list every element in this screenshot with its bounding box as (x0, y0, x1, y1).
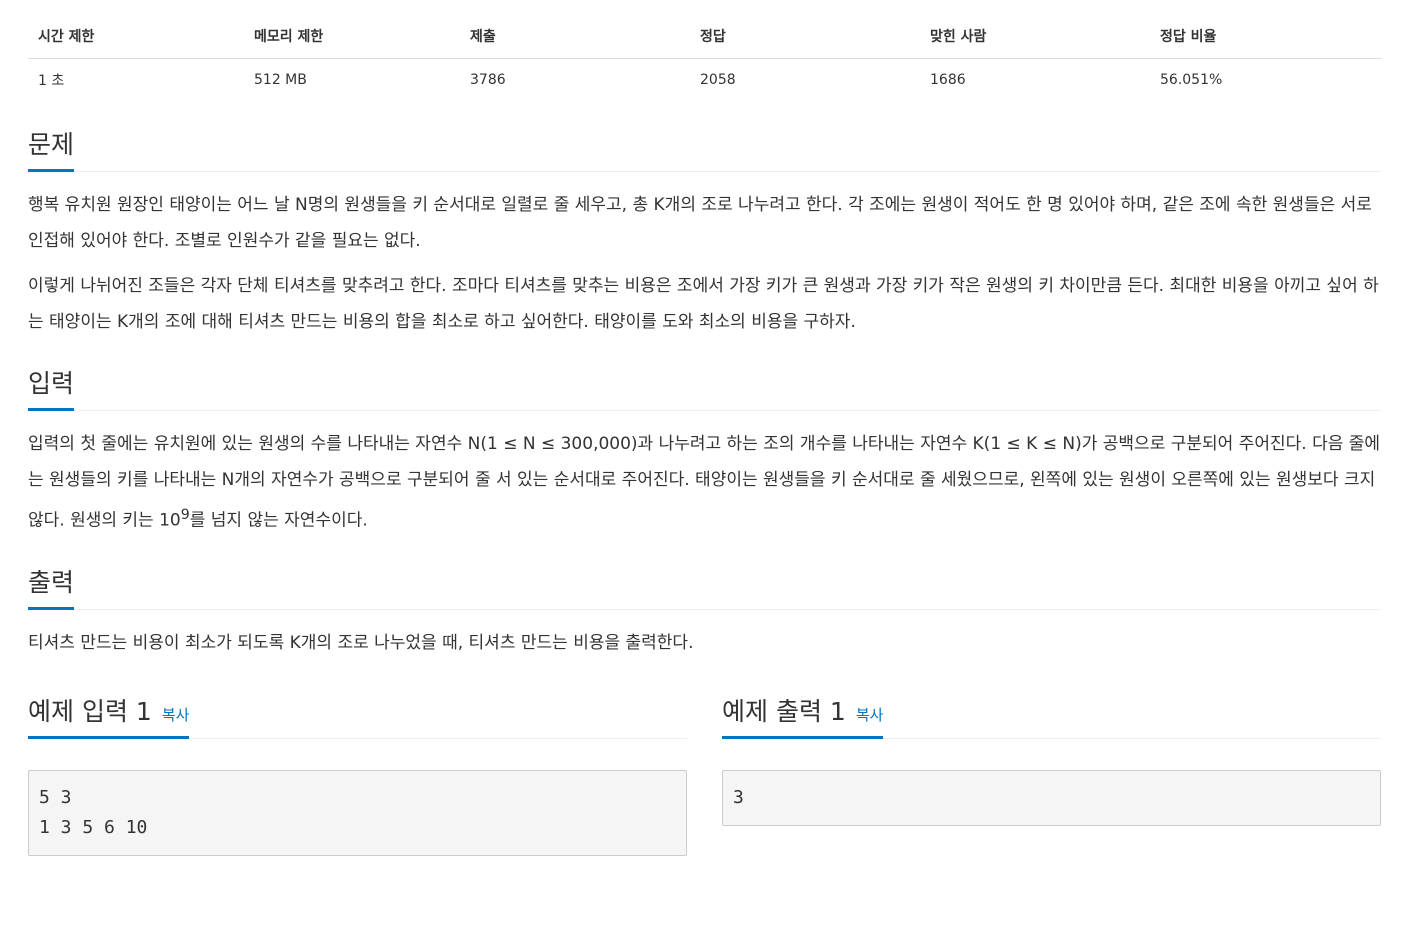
sample-output-title-wrap: 예제 출력 1 복사 (722, 692, 884, 739)
problem-paragraph: 행복 유치원 원장인 태양이는 어느 날 N명의 원생들을 키 순서대로 일렬로… (28, 195, 1372, 251)
value-time-limit: 1 초 (38, 73, 65, 89)
problem-section: 문제 행복 유치원 원장인 태양이는 어느 날 N명의 원생들을 키 순서대로 … (28, 113, 1381, 340)
problem-info-table: 시간 제한 메모리 제한 제출 정답 맞힌 사람 정답 비율 1 초 512 M… (28, 14, 1381, 101)
sample-output-title: 예제 출력 1 (722, 696, 846, 726)
value-submissions: 3786 (470, 72, 506, 88)
sample-input-title-wrap: 예제 입력 1 복사 (28, 692, 190, 739)
output-section-title: 출력 (28, 563, 75, 611)
samples-row: 예제 입력 1 복사 5 3 1 3 5 6 10 예제 출력 1 복사 3 (28, 670, 1381, 856)
problem-paragraph: 이렇게 나뉘어진 조들은 각자 단체 티셔츠를 맞추려고 한다. 조마다 티셔츠… (28, 276, 1379, 332)
sample-output-content: 3 (722, 769, 1381, 826)
input-text-part: 를 넘지 않는 자연수이다. (189, 510, 368, 531)
sample-input-block: 예제 입력 1 복사 5 3 1 3 5 6 10 (28, 670, 687, 856)
copy-sample-output-button[interactable]: 복사 (856, 706, 884, 724)
value-accept-ratio: 56.051% (1160, 72, 1223, 88)
sample-input-title: 예제 입력 1 (28, 696, 152, 726)
header-accepted: 정답 (690, 14, 920, 59)
copy-sample-input-button[interactable]: 복사 (162, 706, 190, 724)
info-value-row: 1 초 512 MB 3786 2058 1686 56.051% (28, 59, 1381, 102)
header-accept-ratio: 정답 비율 (1150, 14, 1381, 59)
input-section-header: 입력 (28, 352, 1381, 411)
header-time-limit: 시간 제한 (28, 14, 244, 59)
input-exponent: 9 (180, 507, 190, 523)
info-header-row: 시간 제한 메모리 제한 제출 정답 맞힌 사람 정답 비율 (28, 14, 1381, 59)
output-description: 티셔츠 만드는 비용이 최소가 되도록 K개의 조로 나누었을 때, 티셔츠 만… (28, 633, 694, 654)
input-section: 입력 입력의 첫 줄에는 유치원에 있는 원생의 수를 나타내는 자연수 N(1… (28, 352, 1381, 539)
input-section-title: 입력 (28, 364, 75, 411)
header-solved-users: 맞힌 사람 (920, 14, 1150, 59)
header-submissions: 제출 (460, 14, 690, 59)
header-memory-limit: 메모리 제한 (244, 14, 460, 59)
output-section: 출력 티셔츠 만드는 비용이 최소가 되도록 K개의 조로 나누었을 때, 티셔… (28, 551, 1381, 662)
problem-section-title: 문제 (28, 125, 75, 172)
value-memory-limit: 512 MB (254, 72, 307, 88)
value-accepted: 2058 (700, 72, 736, 88)
sample-input-content: 5 3 1 3 5 6 10 (28, 769, 687, 856)
output-section-header: 출력 (28, 551, 1381, 611)
problem-section-header: 문제 (28, 113, 1381, 172)
value-solved-users: 1686 (930, 72, 966, 88)
sample-output-header: 예제 출력 1 복사 (722, 670, 1381, 739)
input-description: 입력의 첫 줄에는 유치원에 있는 원생의 수를 나타내는 자연수 N(1 ≤ … (28, 427, 1381, 539)
problem-page: 시간 제한 메모리 제한 제출 정답 맞힌 사람 정답 비율 1 초 512 M… (28, 14, 1381, 856)
sample-input-header: 예제 입력 1 복사 (28, 670, 687, 739)
sample-output-block: 예제 출력 1 복사 3 (722, 670, 1381, 856)
